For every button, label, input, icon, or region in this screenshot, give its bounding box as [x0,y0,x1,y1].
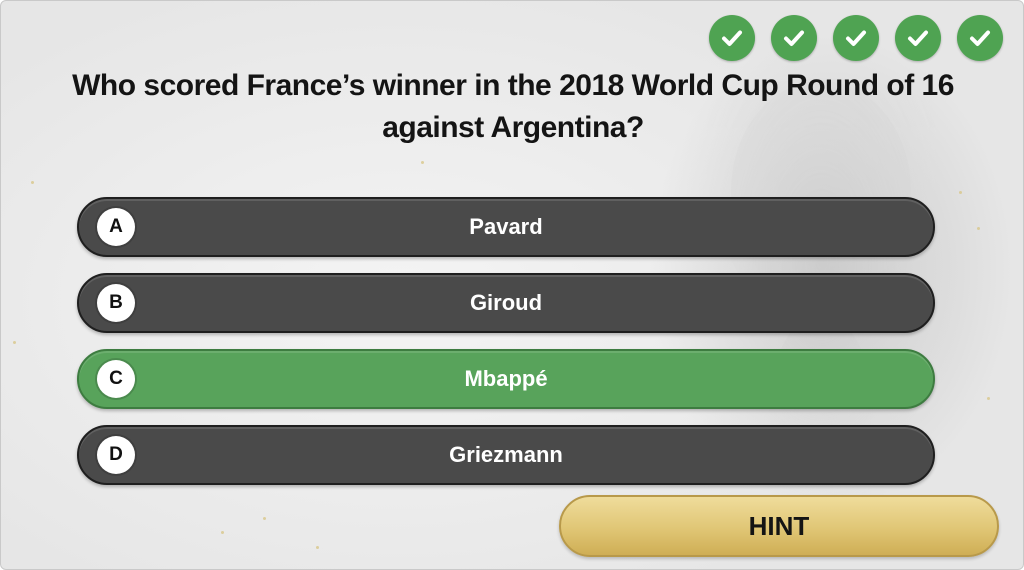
answer-option-d[interactable]: D Griezmann [77,425,935,485]
check-icon [833,15,879,61]
sparkle [263,517,266,520]
answer-letter-badge: D [97,436,135,474]
answer-option-b[interactable]: B Giroud [77,273,935,333]
answer-list: A Pavard B Giroud C Mbappé D Griezmann [77,197,935,501]
check-icon [957,15,1003,61]
answer-letter-badge: A [97,208,135,246]
sparkle [977,227,980,230]
hint-button[interactable]: HINT [559,495,999,557]
answer-text: Mbappé [464,366,548,391]
answer-option-c[interactable]: C Mbappé [77,349,935,409]
sparkle [421,161,424,164]
answer-letter-badge: C [97,360,135,398]
answer-text: Giroud [469,290,543,315]
sparkle [987,397,990,400]
sparkle [31,181,34,184]
answer-text: Griezmann [449,442,563,467]
quiz-screen: Who scored France’s winner in the 2018 W… [0,0,1024,570]
check-icon [709,15,755,61]
sparkle [316,546,319,549]
question-text: Who scored France’s winner in the 2018 W… [1,65,1023,149]
answer-option-a[interactable]: A Pavard [77,197,935,257]
question-line-1: Who scored France’s winner in the 2018 W… [72,69,954,102]
sparkle [959,191,962,194]
check-icon [895,15,941,61]
answer-text: Pavard [469,214,543,239]
sparkle [13,341,16,344]
progress-indicator [709,15,1003,61]
question-line-2: against Argentina? [382,111,644,144]
sparkle [221,531,224,534]
answer-letter-badge: B [97,284,135,322]
check-icon [771,15,817,61]
